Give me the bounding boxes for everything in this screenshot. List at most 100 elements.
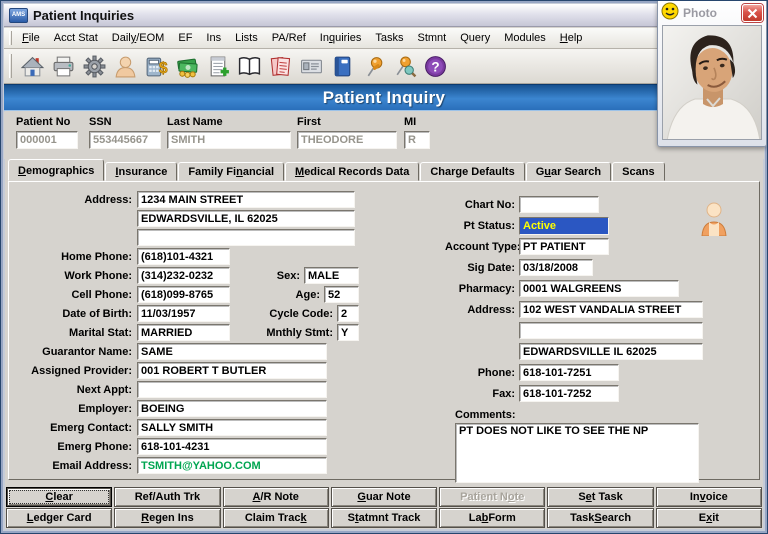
- menu-inquiries[interactable]: Inquiries: [313, 30, 369, 46]
- email-input[interactable]: [137, 457, 327, 474]
- cell-phone-row: Cell Phone: Age:: [13, 285, 359, 304]
- menu-daily-eom[interactable]: Daily/EOM: [105, 30, 172, 46]
- home-phone-input[interactable]: [137, 248, 230, 265]
- close-icon[interactable]: [742, 4, 763, 22]
- tab-family-financial[interactable]: Family Financial: [178, 162, 285, 181]
- home-phone-row: Home Phone:: [13, 247, 359, 266]
- address-line3-input[interactable]: [137, 229, 355, 246]
- marital-input[interactable]: [137, 324, 230, 341]
- tab-guar-search[interactable]: Guar Search: [525, 162, 612, 181]
- help-icon[interactable]: ?: [422, 53, 449, 80]
- ssn-field: SSN: [89, 116, 161, 149]
- exit-button[interactable]: Ex it: [655, 508, 762, 528]
- first-name-field: First: [297, 116, 397, 149]
- pharmacy-address-line2-input[interactable]: [519, 322, 703, 339]
- menu-tasks[interactable]: Tasks: [368, 30, 410, 46]
- account-type-input[interactable]: [519, 238, 609, 255]
- mi-input[interactable]: [404, 131, 430, 149]
- pharmacy-input[interactable]: [519, 280, 679, 297]
- next-appt-row: Next Appt:: [13, 380, 359, 399]
- guarantor-input[interactable]: [137, 343, 327, 360]
- next-appt-input[interactable]: [137, 381, 327, 398]
- menu-file[interactable]: File: [15, 30, 47, 46]
- settings-gear-icon[interactable]: [81, 53, 108, 80]
- print-icon[interactable]: [50, 53, 77, 80]
- task-search-button[interactable]: Task Search: [547, 508, 654, 528]
- employer-input[interactable]: [137, 400, 327, 417]
- ssn-input[interactable]: [89, 131, 161, 149]
- tab-charge-defaults[interactable]: Charge Defaults: [420, 162, 525, 181]
- menu-modules[interactable]: Modules: [497, 30, 553, 46]
- emerg-contact-input[interactable]: [137, 419, 327, 436]
- comments-textarea[interactable]: PT DOES NOT LIKE TO SEE THE NP: [455, 423, 699, 483]
- emerg-phone-input[interactable]: [137, 438, 327, 455]
- guar-note-button[interactable]: Guar Note: [330, 487, 438, 507]
- ledger-book-icon[interactable]: [329, 53, 356, 80]
- monthly-stmt-input[interactable]: [337, 324, 359, 341]
- patient-icon[interactable]: [112, 53, 139, 80]
- menu-acct-stat[interactable]: Acct Stat: [47, 30, 105, 46]
- lab-form-button[interactable]: La b Form: [439, 508, 546, 528]
- tab-scans[interactable]: Scans: [612, 162, 665, 181]
- ledger-card-button[interactable]: Ledger Card: [6, 508, 113, 528]
- age-input[interactable]: [324, 286, 359, 303]
- pt-status-value[interactable]: Active: [519, 216, 609, 235]
- set-task-button[interactable]: Set Task: [547, 487, 654, 507]
- menu-ins[interactable]: Ins: [199, 30, 228, 46]
- invoice-button[interactable]: In v oice: [655, 487, 762, 507]
- pharmacy-fax-input[interactable]: [519, 385, 619, 402]
- menu-pa-ref[interactable]: PA/Ref: [265, 30, 313, 46]
- menu-lists[interactable]: Lists: [228, 30, 265, 46]
- task-pin-icon[interactable]: [360, 53, 387, 80]
- menu-query[interactable]: Query: [453, 30, 497, 46]
- home-icon[interactable]: [19, 53, 46, 80]
- regen-ins-button[interactable]: Regen Ins: [114, 508, 221, 528]
- cycle-code-input[interactable]: [337, 305, 359, 322]
- claim-track-button[interactable]: Claim Trac k: [222, 508, 329, 528]
- address-line1-input[interactable]: [137, 191, 355, 208]
- patient-identity-strip: Patient No SSN Last Name First MI: [4, 112, 764, 159]
- statmnt-track-button[interactable]: St atmnt Track: [330, 508, 438, 528]
- task-search-pin-icon[interactable]: [391, 53, 418, 80]
- dob-input[interactable]: [137, 305, 230, 322]
- mi-field: MI: [404, 116, 430, 149]
- billing-calculator-icon[interactable]: $: [143, 53, 170, 80]
- menu-help[interactable]: Help: [553, 30, 590, 46]
- pharmacy-address-line3-input[interactable]: [519, 343, 703, 360]
- payments-icon[interactable]: [174, 53, 201, 80]
- provider-input[interactable]: [137, 362, 327, 379]
- codes-book-icon[interactable]: [236, 53, 263, 80]
- first-name-input[interactable]: [297, 131, 397, 149]
- clear-button[interactable]: Clear: [6, 487, 113, 507]
- first-name-label: First: [297, 116, 321, 128]
- last-name-input[interactable]: [167, 131, 291, 149]
- chart-no-input[interactable]: [519, 196, 599, 213]
- ar-note-button[interactable]: A/R Note: [222, 487, 329, 507]
- notes-icon[interactable]: [267, 53, 294, 80]
- address-line2-input[interactable]: [137, 210, 355, 227]
- tab-medical-records-data[interactable]: Medical Records Data: [285, 162, 420, 181]
- work-phone-label: Work Phone:: [64, 269, 132, 282]
- section-header: Patient Inquiry: [4, 84, 764, 111]
- pharmacy-label: Pharmacy:: [458, 282, 515, 295]
- sex-input[interactable]: [304, 267, 359, 284]
- ref-auth-trk-button[interactable]: Ref/Auth Trk: [114, 487, 221, 507]
- pharmacy-address-line1-input[interactable]: [519, 301, 703, 318]
- id-card-icon[interactable]: [298, 53, 325, 80]
- new-form-icon[interactable]: [205, 53, 232, 80]
- address-row-3: [13, 228, 359, 247]
- app-window: AMS Patient Inquiries File Acct Stat Dai…: [0, 0, 768, 534]
- sig-date-input[interactable]: [519, 259, 593, 276]
- menu-ef[interactable]: EF: [171, 30, 199, 46]
- work-phone-row: Work Phone: Sex:: [13, 266, 359, 285]
- tab-insurance[interactable]: Insurance: [105, 162, 178, 181]
- email-label: Email Address:: [52, 459, 132, 472]
- emerg-contact-row: Emerg Contact:: [13, 418, 359, 437]
- pharmacy-phone-input[interactable]: [519, 364, 619, 381]
- tab-demographics[interactable]: Demographics: [8, 159, 105, 181]
- patient-no-input[interactable]: [16, 131, 78, 149]
- marital-row: Marital Stat: Mnthly Stmt:: [13, 323, 359, 342]
- cell-phone-input[interactable]: [137, 286, 230, 303]
- menu-stmnt[interactable]: Stmnt: [411, 30, 454, 46]
- work-phone-input[interactable]: [137, 267, 230, 284]
